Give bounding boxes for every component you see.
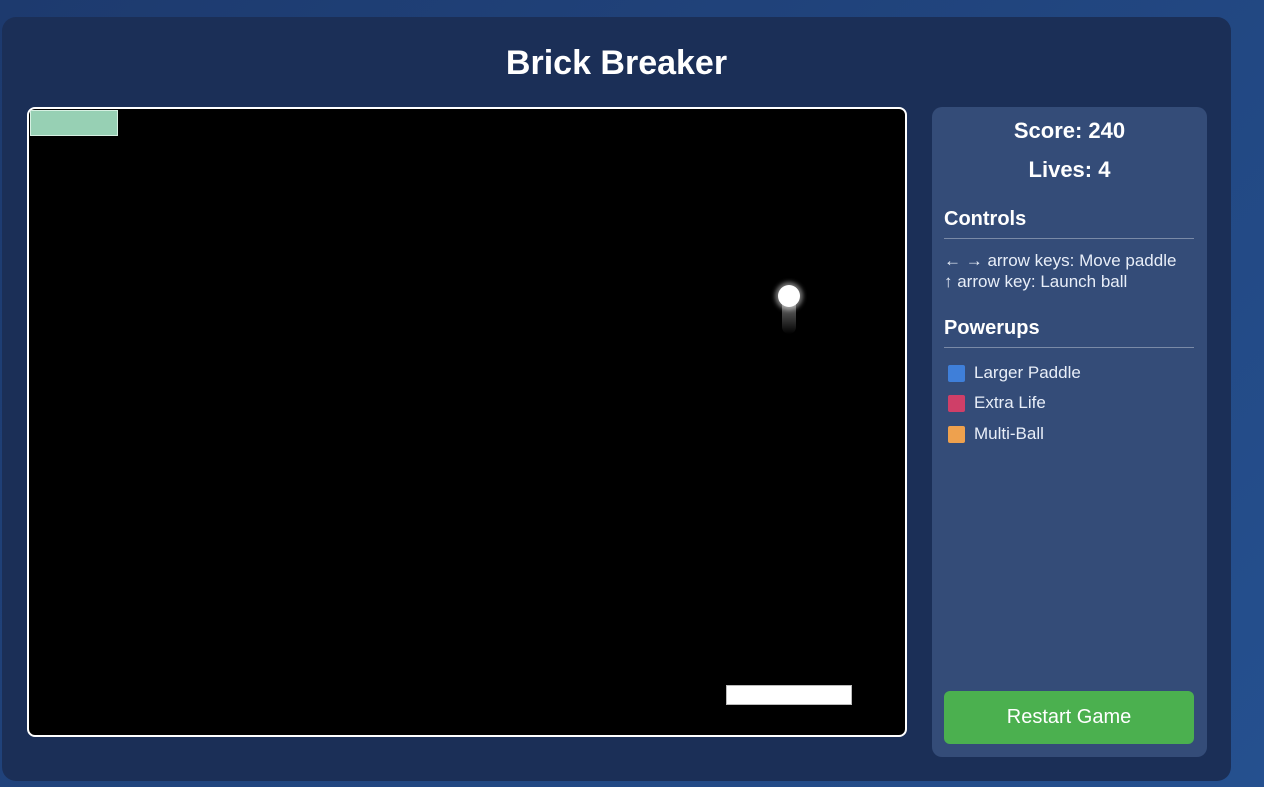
game-board[interactable]: [27, 107, 907, 737]
game-container: Brick Breaker Score: 240 Lives: 4 Contro…: [2, 17, 1231, 781]
paddle[interactable]: [726, 685, 852, 705]
larger-paddle-swatch-icon: [948, 364, 965, 382]
page-title: Brick Breaker: [505, 44, 728, 82]
restart-game-button[interactable]: Restart Game: [944, 691, 1194, 744]
control-move-paddle: ← → arrow keys: Move paddle: [944, 251, 1177, 270]
score-display: Score: 240: [1013, 118, 1126, 143]
powerup-multi-ball: Multi-Ball: [948, 424, 1044, 444]
multi-ball-swatch-icon: [948, 425, 965, 443]
brick: [30, 110, 118, 136]
powerup-label: Larger Paddle: [974, 363, 1081, 382]
powerup-label: Extra Life: [974, 393, 1046, 412]
powerup-label: Multi-Ball: [974, 424, 1044, 443]
powerups-heading: Powerups: [944, 316, 1194, 348]
info-panel: Score: 240 Lives: 4 Controls ← → arrow k…: [932, 107, 1207, 757]
powerup-extra-life: Extra Life: [948, 393, 1046, 413]
powerup-larger-paddle: Larger Paddle: [948, 363, 1081, 383]
lives-display: Lives: 4: [1028, 157, 1111, 182]
control-launch-ball: ↑ arrow key: Launch ball: [944, 272, 1128, 291]
ball: [778, 285, 800, 307]
controls-heading: Controls: [944, 207, 1194, 239]
extra-life-swatch-icon: [948, 394, 965, 412]
